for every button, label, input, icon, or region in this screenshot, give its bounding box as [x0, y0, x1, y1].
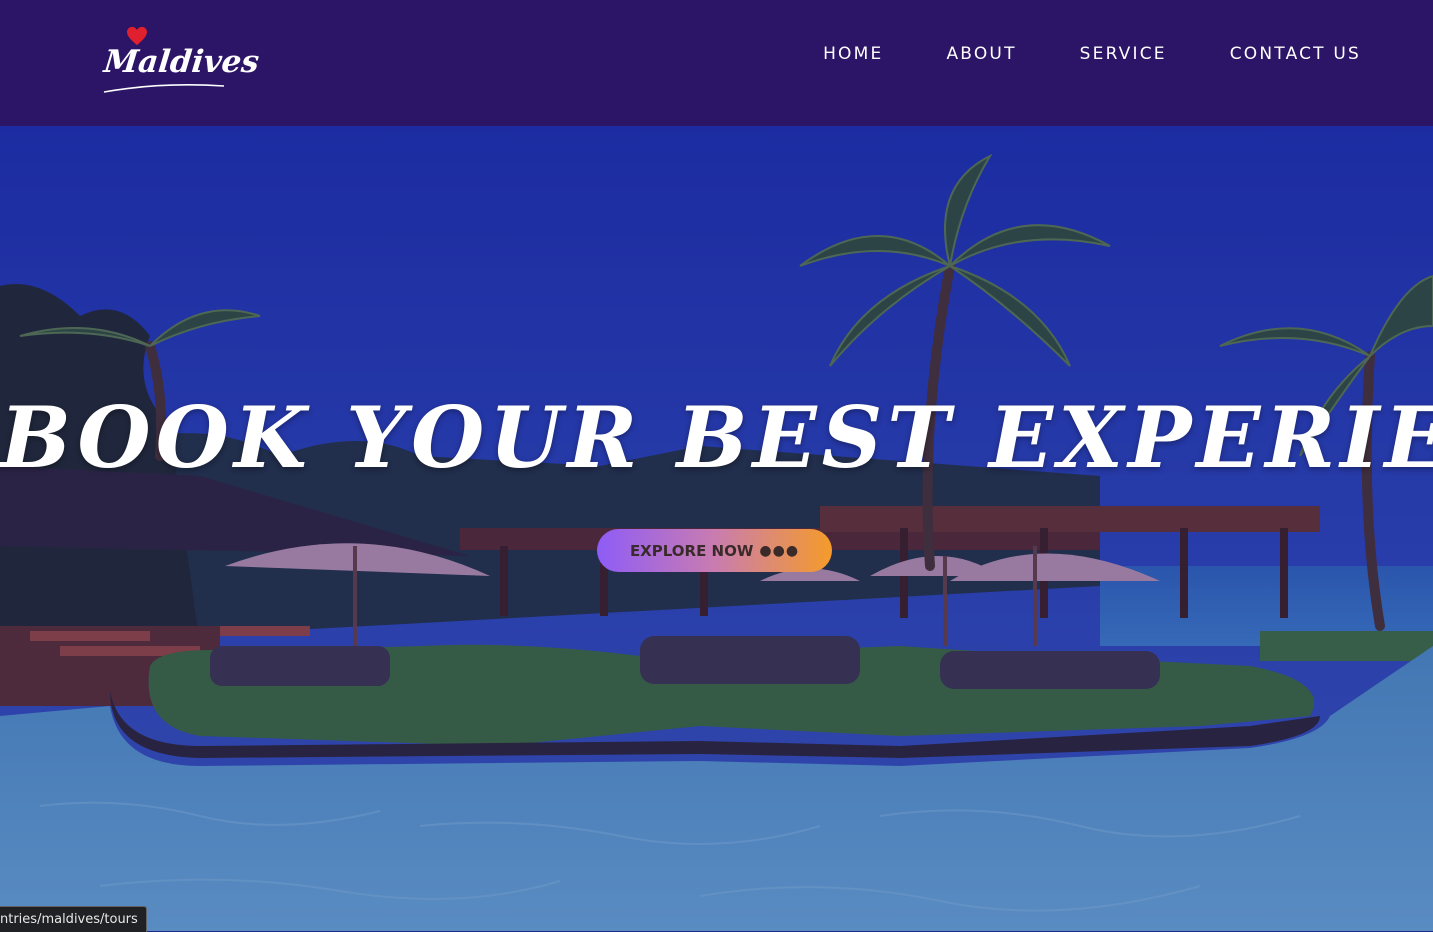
- hero-headline: BOOK YOUR BEST EXPERIENCE: [0, 388, 1433, 487]
- hero-section: BOOK YOUR BEST EXPERIENCE EXPLORE NOW ●●…: [0, 126, 1433, 931]
- logo-text: Maldives: [102, 44, 261, 80]
- nav-about[interactable]: ABOUT: [946, 44, 1016, 64]
- logo-swoosh: [103, 84, 225, 93]
- main-nav: HOME ABOUT SERVICE CONTACT US: [760, 44, 1361, 64]
- nav-service[interactable]: SERVICE: [1080, 44, 1167, 64]
- dots-icon: ●●●: [759, 542, 800, 559]
- browser-status-bar: ntries/maldives/tours: [0, 906, 147, 932]
- explore-now-button[interactable]: EXPLORE NOW ●●●: [597, 529, 832, 572]
- site-logo[interactable]: Maldives: [100, 22, 261, 98]
- heart-icon: [127, 26, 147, 46]
- site-header: Maldives HOME ABOUT SERVICE CONTACT US: [0, 0, 1433, 126]
- explore-now-label: EXPLORE NOW: [629, 541, 754, 560]
- nav-contact-us[interactable]: CONTACT US: [1230, 44, 1361, 64]
- nav-home[interactable]: HOME: [823, 44, 883, 64]
